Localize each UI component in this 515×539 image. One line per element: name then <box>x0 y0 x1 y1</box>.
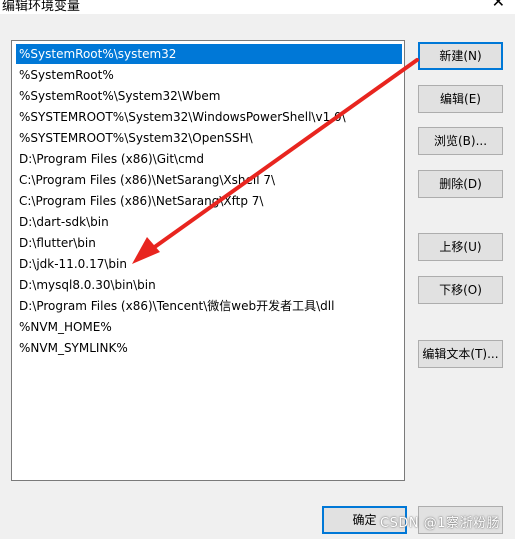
list-item[interactable]: D:\mysql8.0.30\bin\bin <box>16 275 402 295</box>
delete-button[interactable]: 删除(D) <box>418 170 503 198</box>
list-item[interactable]: C:\Program Files (x86)\NetSarang\Xftp 7\ <box>16 191 402 211</box>
move-up-button[interactable]: 上移(U) <box>418 233 503 261</box>
title-bar: 编辑环境变量 ✕ <box>0 0 515 14</box>
move-down-button[interactable]: 下移(O) <box>418 276 503 304</box>
list-item[interactable]: %SYSTEMROOT%\System32\WindowsPowerShell\… <box>16 107 402 127</box>
list-item[interactable]: D:\flutter\bin <box>16 233 402 253</box>
path-list[interactable]: %SystemRoot%\system32 %SystemRoot% %Syst… <box>11 40 405 481</box>
list-item[interactable]: %NVM_SYMLINK% <box>16 338 402 358</box>
list-item[interactable]: %SystemRoot%\system32 <box>16 44 402 64</box>
browse-button[interactable]: 浏览(B)... <box>418 127 503 155</box>
edit-button[interactable]: 编辑(E) <box>418 85 503 113</box>
list-item[interactable]: %SYSTEMROOT%\System32\OpenSSH\ <box>16 128 402 148</box>
edit-text-button[interactable]: 编辑文本(T)... <box>418 340 503 368</box>
list-item[interactable]: %SystemRoot% <box>16 65 402 85</box>
list-item[interactable]: D:\jdk-11.0.17\bin <box>16 254 402 274</box>
list-item[interactable]: %SystemRoot%\System32\Wbem <box>16 86 402 106</box>
list-item[interactable]: D:\dart-sdk\bin <box>16 212 402 232</box>
close-icon[interactable]: ✕ <box>492 0 505 10</box>
new-button[interactable]: 新建(N) <box>418 42 503 70</box>
watermark: CSDN @1察浙粉肠 <box>380 516 500 531</box>
list-item[interactable]: D:\Program Files (x86)\Git\cmd <box>16 149 402 169</box>
list-item[interactable]: C:\Program Files (x86)\NetSarang\Xshell … <box>16 170 402 190</box>
list-item[interactable]: %NVM_HOME% <box>16 317 402 337</box>
list-item[interactable]: D:\Program Files (x86)\Tencent\微信web开发者工… <box>16 296 402 316</box>
window-title: 编辑环境变量 <box>2 0 81 14</box>
